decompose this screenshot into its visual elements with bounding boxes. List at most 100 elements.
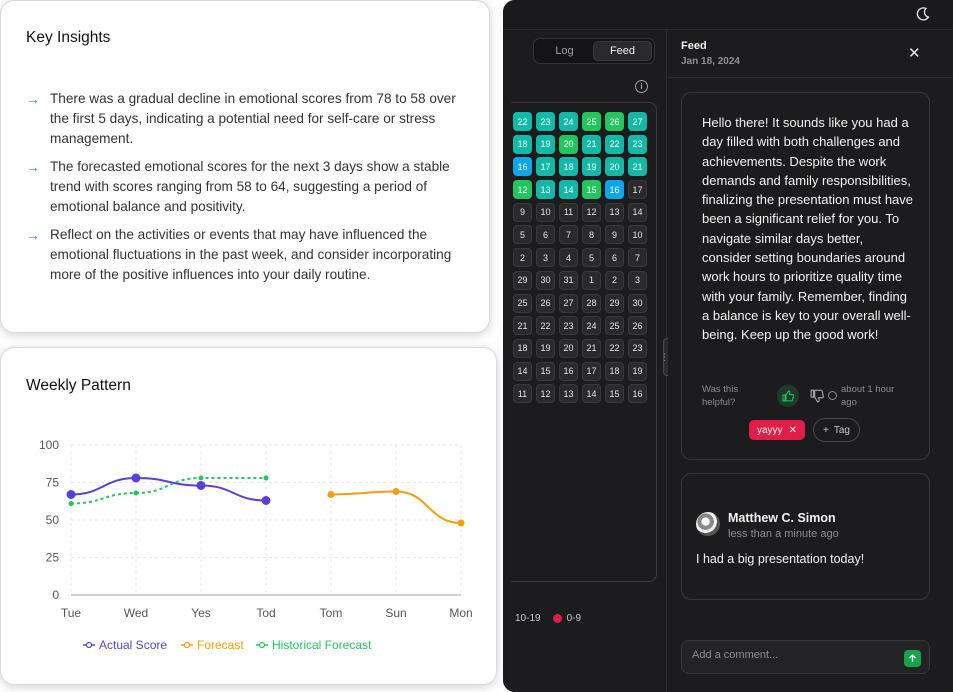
calendar-day-cell[interactable]: 26 (605, 112, 624, 131)
send-button[interactable] (904, 650, 921, 667)
remove-tag-icon[interactable]: ✕ (789, 425, 797, 436)
calendar-day-cell[interactable]: 6 (536, 225, 555, 245)
tag-label: yayyy (757, 424, 783, 436)
calendar-day-cell[interactable]: 16 (559, 361, 578, 381)
calendar-day-cell[interactable]: 19 (536, 338, 555, 358)
calendar-day-cell[interactable]: 16 (513, 157, 532, 177)
calendar-day-cell[interactable]: 1 (582, 270, 601, 290)
calendar-day-cell[interactable]: 24 (582, 316, 601, 336)
thumbs-up-icon (782, 390, 794, 402)
calendar-day-cell[interactable]: 22 (605, 134, 624, 154)
calendar-day-cell[interactable]: 17 (628, 180, 647, 200)
calendar-day-cell[interactable]: 5 (513, 225, 532, 245)
calendar-day-cell[interactable]: 22 (536, 316, 555, 336)
calendar-day-cell[interactable]: 15 (605, 384, 624, 404)
data-point (131, 473, 141, 483)
calendar-day-cell[interactable]: 17 (582, 361, 601, 381)
calendar-day-cell[interactable]: 21 (582, 134, 601, 154)
thumbs-up-button[interactable] (777, 385, 799, 407)
calendar-day-cell[interactable]: 13 (536, 180, 555, 200)
calendar-day-cell[interactable]: 26 (628, 316, 647, 336)
calendar-day-cell[interactable]: 30 (628, 293, 647, 313)
tab-log[interactable]: Log (536, 41, 593, 61)
calendar-day-cell[interactable]: 11 (513, 384, 532, 404)
insight-item: → The forecasted emotional scores for the… (26, 157, 466, 217)
calendar-day-cell[interactable]: 23 (559, 316, 578, 336)
info-icon[interactable]: i (635, 80, 648, 93)
journal-app-window: Log Feed i 22 23 24 25 26 27 18 19 20 21 22 23 16 17 1… (503, 0, 953, 692)
calendar-day-cell[interactable]: 20 (605, 157, 624, 177)
close-icon[interactable]: ✕ (908, 44, 921, 62)
calendar-day-cell[interactable]: 19 (628, 361, 647, 381)
calendar-day-cell[interactable]: 10 (628, 225, 647, 245)
dark-mode-moon-icon[interactable] (915, 6, 931, 22)
calendar-day-cell[interactable]: 14 (559, 180, 578, 200)
calendar-day-cell[interactable]: 20 (559, 338, 578, 358)
calendar-day-cell[interactable]: 12 (582, 202, 601, 222)
calendar-day-cell[interactable]: 25 (582, 112, 601, 131)
calendar-day-cell[interactable]: 9 (605, 225, 624, 245)
calendar-day-cell[interactable]: 13 (605, 202, 624, 222)
add-tag-button[interactable]: + Tag (813, 418, 860, 442)
calendar-day-cell[interactable]: 17 (536, 157, 555, 177)
calendar-day-cell[interactable]: 20 (559, 134, 578, 154)
tab-feed[interactable]: Feed (593, 41, 652, 61)
calendar-day-cell[interactable]: 7 (628, 248, 647, 268)
calendar-day-cell[interactable]: 23 (628, 134, 647, 154)
calendar-day-cell[interactable]: 27 (559, 293, 578, 313)
clock-icon (828, 391, 837, 400)
calendar-day-cell[interactable]: 19 (582, 157, 601, 177)
calendar-day-cell[interactable]: 14 (513, 361, 532, 381)
calendar-day-cell[interactable]: 18 (559, 157, 578, 177)
tag-chip[interactable]: yayyy ✕ (749, 420, 805, 440)
calendar-day-cell[interactable]: 3 (536, 248, 555, 268)
calendar-day-cell[interactable]: 14 (628, 202, 647, 222)
x-tick-label: Mon (449, 606, 472, 620)
data-point (261, 496, 271, 505)
calendar-day-cell[interactable]: 25 (513, 293, 532, 313)
calendar-day-cell[interactable]: 11 (559, 202, 578, 222)
calendar-day-cell[interactable]: 30 (536, 270, 555, 290)
calendar-day-cell[interactable]: 31 (559, 270, 578, 290)
calendar-day-cell[interactable]: 21 (582, 338, 601, 358)
calendar-day-cell[interactable]: 18 (513, 338, 532, 358)
calendar-day-cell[interactable]: 27 (628, 112, 647, 131)
calendar-day-cell[interactable]: 4 (559, 248, 578, 268)
calendar-day-cell[interactable]: 8 (582, 225, 601, 245)
calendar-day-cell[interactable]: 18 (605, 361, 624, 381)
calendar-day-cell[interactable]: 26 (536, 293, 555, 313)
calendar-day-cell[interactable]: 14 (582, 384, 601, 404)
calendar-day-cell[interactable]: 2 (605, 270, 624, 290)
calendar-day-cell[interactable]: 13 (559, 384, 578, 404)
calendar-day-cell[interactable]: 16 (628, 384, 647, 404)
calendar-day-cell[interactable]: 29 (513, 270, 532, 290)
calendar-day-cell[interactable]: 18 (513, 134, 532, 154)
calendar-day-cell[interactable]: 2 (513, 248, 532, 268)
calendar-day-cell[interactable]: 5 (582, 248, 601, 268)
calendar-day-cell[interactable]: 12 (536, 384, 555, 404)
calendar-day-cell[interactable]: 23 (628, 338, 647, 358)
calendar-day-cell[interactable]: 23 (536, 112, 555, 131)
calendar-day-cell[interactable]: 15 (582, 180, 601, 200)
calendar-day-cell[interactable]: 3 (628, 270, 647, 290)
calendar-day-cell[interactable]: 21 (513, 316, 532, 336)
calendar-day-cell[interactable]: 10 (536, 202, 555, 222)
calendar-day-cell[interactable]: 24 (559, 112, 578, 131)
thumbs-down-icon[interactable] (810, 389, 824, 403)
calendar-day-cell[interactable]: 28 (582, 293, 601, 313)
y-tick-label: 0 (52, 588, 59, 602)
calendar-day-cell[interactable]: 9 (513, 202, 532, 222)
calendar-day-cell[interactable]: 25 (605, 316, 624, 336)
calendar-day-cell[interactable]: 19 (536, 134, 555, 154)
calendar-day-cell[interactable]: 6 (605, 248, 624, 268)
calendar-day-cell[interactable]: 12 (513, 180, 532, 200)
calendar-day-cell[interactable]: 21 (628, 157, 647, 177)
comment-input-box (681, 640, 930, 674)
calendar-day-cell[interactable]: 29 (605, 293, 624, 313)
calendar-day-cell[interactable]: 22 (605, 338, 624, 358)
calendar-day-cell[interactable]: 15 (536, 361, 555, 381)
calendar-day-cell[interactable]: 22 (513, 112, 532, 131)
calendar-day-cell[interactable]: 16 (605, 180, 624, 200)
comment-input[interactable] (692, 649, 892, 661)
calendar-day-cell[interactable]: 7 (559, 225, 578, 245)
